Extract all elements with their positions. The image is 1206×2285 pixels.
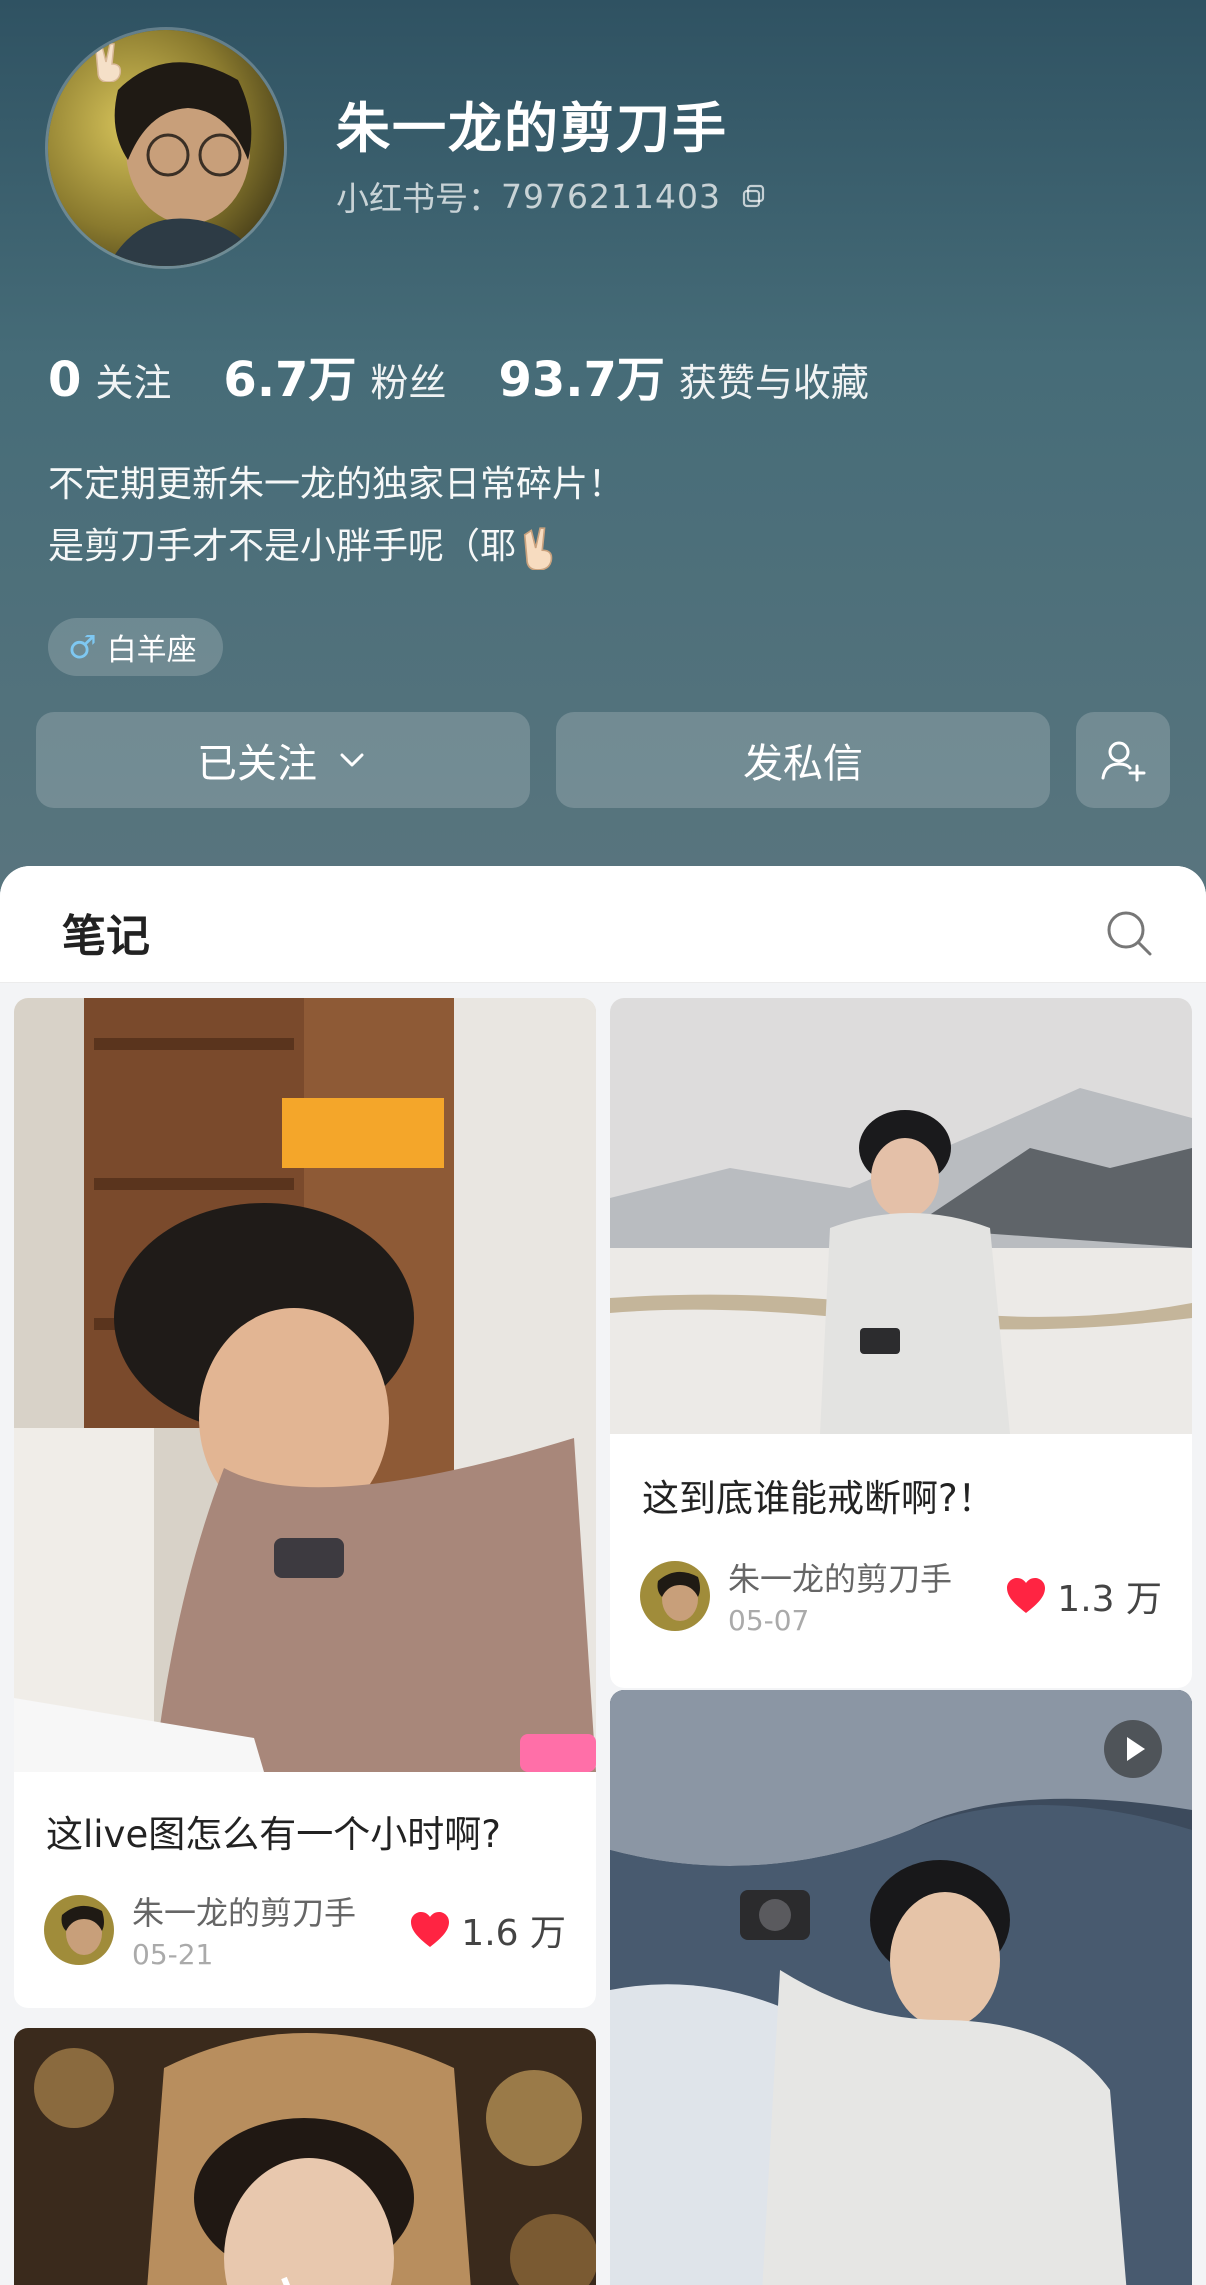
note-card[interactable]: 这到底谁能戒断啊?！ 朱一龙的剪刀手 05-07 1.3 万 <box>610 998 1192 1688</box>
note-author[interactable]: 朱一龙的剪刀手 05-21 <box>44 1888 356 1971</box>
add-user-icon <box>1101 741 1146 782</box>
note-cover-image <box>610 1690 1192 2285</box>
tab-notes[interactable]: 笔记 <box>62 900 150 964</box>
stat-following[interactable]: 0 关注 <box>48 352 171 408</box>
victory-hand-icon <box>95 43 122 82</box>
note-cover-image <box>14 998 596 1772</box>
profile-stats: 0 关注 6.7万 粉丝 93.7万 获赞与收藏 <box>48 340 921 410</box>
profile-header: 朱一龙的剪刀手 小红书号： 7976211403 0 关注 6.7万 粉丝 93… <box>0 0 1206 900</box>
author-meta: 朱一龙的剪刀手 05-07 <box>728 1554 952 1637</box>
copy-icon[interactable] <box>741 183 767 209</box>
note-card[interactable] <box>14 2028 596 2285</box>
note-cover-image <box>14 2028 596 2285</box>
like-count: 1.6 万 <box>461 1913 566 1954</box>
profile-id-row: 小红书号： 7976211403 <box>336 172 767 220</box>
zodiac-tag: ♂ 白羊座 <box>48 618 223 676</box>
notes-tabbar: 笔记 <box>0 866 1206 983</box>
zodiac-label: 白羊座 <box>106 633 197 668</box>
stat-label: 获赞与收藏 <box>678 361 869 405</box>
stat-label: 关注 <box>95 361 172 405</box>
note-cover-image <box>610 998 1192 1434</box>
add-user-button[interactable] <box>1076 712 1170 808</box>
male-icon: ♂ <box>68 628 97 666</box>
search-icon[interactable] <box>1104 908 1154 958</box>
author-name: 朱一龙的剪刀手 <box>728 1560 953 1598</box>
stat-followers[interactable]: 6.7万 粉丝 <box>223 340 446 410</box>
stat-number: 0 <box>48 352 82 408</box>
bio-line-wrap: 是剪刀手才不是小胖手呢（耶 <box>48 516 624 578</box>
note-card[interactable] <box>610 1690 1192 2285</box>
like-count: 1.3 万 <box>1057 1579 1162 1620</box>
bio-line: 是剪刀手才不是小胖手呢（耶 <box>48 526 517 567</box>
following-button-label: 已关注 <box>197 741 317 787</box>
notes-sheet: 笔记 这live图怎么有一个小时啊? 朱一龙的剪刀手 05-21 1.6 万 这… <box>0 866 1206 2285</box>
video-play-button[interactable] <box>1104 1720 1162 1778</box>
heart-icon <box>411 1912 450 1947</box>
author-avatar <box>44 1894 114 1965</box>
stat-number: 6.7万 <box>223 352 357 408</box>
profile-name: 朱一龙的剪刀手 <box>336 97 728 160</box>
profile-id-value: 7976211403 <box>501 176 721 216</box>
author-name: 朱一龙的剪刀手 <box>132 1894 357 1932</box>
bio-line: 不定期更新朱一龙的独家日常碎片！ <box>48 464 625 505</box>
note-date: 05-07 <box>728 1604 810 1637</box>
note-title: 这到底谁能戒断啊?！ <box>642 1477 995 1520</box>
stat-number: 93.7万 <box>498 352 665 408</box>
play-icon <box>1127 1737 1145 1761</box>
chevron-down-icon <box>340 753 364 767</box>
profile-id-label: 小红书号： <box>336 179 501 218</box>
profile-page: 朱一龙的剪刀手 小红书号： 7976211403 0 关注 6.7万 粉丝 93… <box>0 0 1206 2285</box>
author-avatar <box>640 1560 710 1631</box>
note-title: 这live图怎么有一个小时啊? <box>46 1813 501 1856</box>
message-button-label: 发私信 <box>743 741 863 787</box>
stat-label: 粉丝 <box>370 361 447 405</box>
heart-icon <box>1007 1578 1046 1613</box>
avatar[interactable] <box>48 30 284 266</box>
stat-likes-collects[interactable]: 93.7万 获赞与收藏 <box>498 340 868 410</box>
note-card[interactable]: 这live图怎么有一个小时啊? 朱一龙的剪刀手 05-21 1.6 万 <box>14 998 596 2008</box>
victory-hand-icon <box>523 527 553 570</box>
following-button[interactable]: 已关注 <box>36 712 530 808</box>
note-date: 05-21 <box>132 1938 214 1971</box>
author-meta: 朱一龙的剪刀手 05-21 <box>132 1888 356 1971</box>
note-author[interactable]: 朱一龙的剪刀手 05-07 <box>640 1554 952 1637</box>
message-button[interactable]: 发私信 <box>556 712 1050 808</box>
profile-bio: 不定期更新朱一龙的独家日常碎片！ 是剪刀手才不是小胖手呢（耶 <box>48 454 624 578</box>
like-button[interactable]: 1.6 万 <box>409 1904 566 1956</box>
like-button[interactable]: 1.3 万 <box>1005 1570 1162 1622</box>
